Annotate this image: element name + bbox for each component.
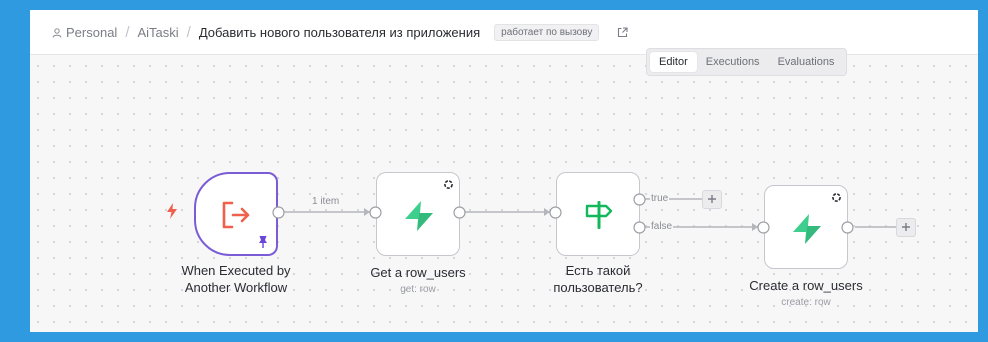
supabase-bolt-icon (793, 214, 821, 244)
tab-evaluations[interactable]: Evaluations (769, 52, 844, 72)
plus-icon (902, 223, 910, 231)
signpost-icon (585, 201, 613, 229)
settings-dot-icon[interactable] (831, 192, 842, 203)
node-if-title-line1: Есть такой (565, 263, 631, 278)
sign-in-arrow-icon (222, 201, 250, 229)
plus-icon (708, 195, 716, 203)
pin-icon (259, 236, 267, 248)
node-get-subtitle: get: row (400, 284, 436, 295)
node-trigger-title: When Executed by Another Workflow (156, 262, 316, 296)
node-if-title: Есть такой пользователь? (518, 262, 678, 296)
input-handle[interactable] (549, 206, 562, 219)
output-handle[interactable] (453, 206, 466, 219)
add-node-true-button[interactable] (702, 190, 722, 209)
node-trigger-title-line2: Another Workflow (184, 280, 288, 295)
output-handle[interactable] (841, 221, 854, 234)
output-handle[interactable] (272, 206, 285, 219)
node-trigger-title-line1: When Executed by (181, 263, 291, 278)
tab-executions[interactable]: Executions (697, 52, 769, 72)
settings-dot-icon[interactable] (443, 179, 454, 190)
edge-false-label: false (650, 221, 674, 232)
add-node-after-create-button[interactable] (896, 218, 916, 237)
workflow-editor: Personal / AiTaski / Добавить нового пол… (30, 10, 978, 332)
node-get-row-users[interactable] (376, 172, 460, 256)
node-create-title: Create a row_users (749, 278, 863, 293)
node-create-subtitle: create: row (781, 297, 831, 308)
view-tabs: Editor Executions Evaluations (646, 48, 848, 76)
node-get-title: Get a row_users (370, 265, 466, 280)
node-create-row-users[interactable] (764, 185, 848, 269)
output-handle-false[interactable] (633, 221, 646, 234)
lightning-icon (167, 203, 177, 219)
edge-items-label: 1 item (312, 196, 340, 207)
screenshot-frame: Personal / AiTaski / Добавить нового пол… (0, 0, 988, 342)
node-if-title-line2: пользователь? (553, 280, 643, 295)
node-trigger[interactable] (194, 172, 278, 256)
input-handle[interactable] (757, 221, 770, 234)
node-if-user-exists[interactable] (556, 172, 640, 256)
output-handle-true[interactable] (633, 193, 646, 206)
tab-editor[interactable]: Editor (650, 52, 697, 72)
edge-true-label: true (650, 193, 670, 204)
supabase-bolt-icon (405, 201, 433, 231)
input-handle[interactable] (369, 206, 382, 219)
